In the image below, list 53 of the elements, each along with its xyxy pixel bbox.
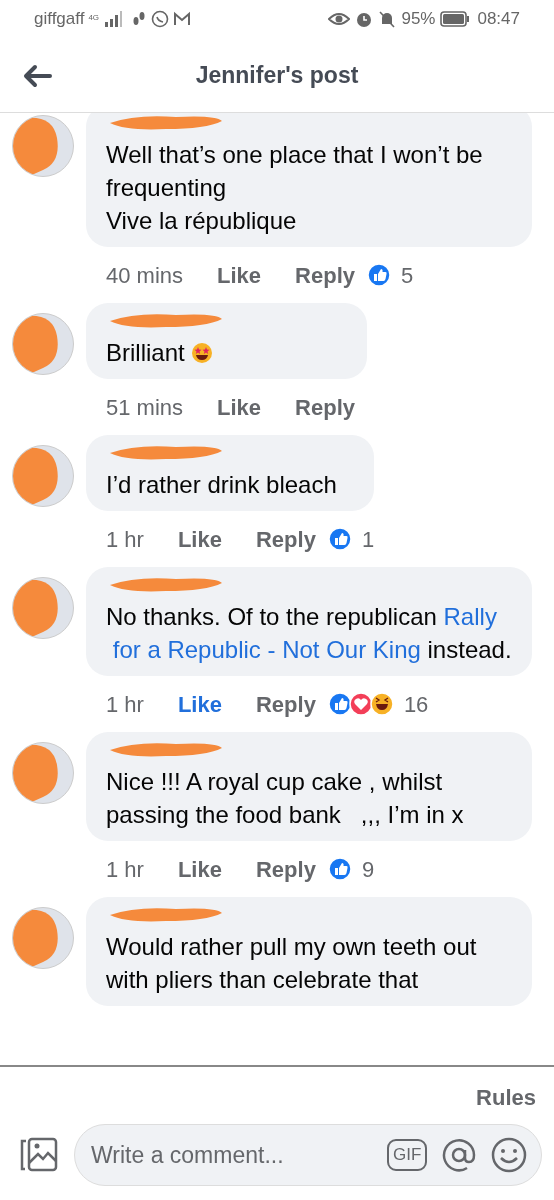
reply-button[interactable]: Reply (255, 687, 316, 721)
alarm-clock-icon (355, 10, 374, 28)
comment-text: I’d rather drink bleach (106, 470, 338, 500)
thumbs-up-reaction-icon (327, 857, 352, 881)
star-eyes-emoji-icon (191, 342, 214, 364)
comment-time: 51 mins (106, 393, 184, 422)
link[interactable]: for a Republic - Not Our King (112, 636, 421, 663)
laughing-reaction-icon (369, 692, 394, 716)
link[interactable]: Rally (443, 603, 497, 630)
like-button[interactable]: Like (217, 390, 262, 424)
network-type: 4G (88, 14, 100, 23)
like-button[interactable]: Like (177, 852, 222, 886)
comment-time: 1 hr (106, 525, 144, 554)
eye-icon (328, 11, 351, 27)
reply-button[interactable]: Reply (255, 852, 316, 886)
thumbs-up-reaction-icon (367, 263, 391, 287)
battery-icon (440, 11, 471, 27)
like-button[interactable]: Like (217, 258, 262, 292)
comment-text: No thanks. Of to the republican Rally for a Republic - Not Our King instead. (106, 602, 512, 665)
signal-icon (103, 11, 124, 27)
reply-button[interactable]: Reply (295, 258, 355, 292)
comment-time: 1 hr (106, 855, 144, 884)
back-button[interactable] (22, 64, 52, 88)
heart-reaction-icon (348, 692, 373, 716)
mention-icon[interactable] (441, 1137, 478, 1173)
like-button[interactable]: Like (177, 687, 222, 721)
comment-text: Nice !!! A royal cup cake , whilst passing the food bank ,,, I’m in x (106, 767, 465, 830)
photo-icon[interactable] (18, 1137, 58, 1173)
comment-text: Brilliant (106, 336, 347, 369)
reaction-count: 9 (361, 855, 375, 884)
reaction-count: 5 (401, 261, 414, 290)
reply-button[interactable]: Reply (295, 390, 355, 424)
clock-time: 08:47 (477, 8, 520, 31)
comment-time: 1 hr (106, 690, 144, 719)
reply-button[interactable]: Reply (255, 522, 316, 556)
emoji-icon[interactable] (491, 1137, 528, 1173)
comment-input-field[interactable]: Write a comment... GIF (74, 1124, 543, 1186)
chat-bubble-icon (151, 10, 170, 28)
reaction-count: 16 (403, 690, 429, 719)
muted-bell-icon (378, 10, 397, 28)
reaction-count: 1 (361, 525, 375, 554)
rules-link[interactable]: Rules (476, 1081, 536, 1114)
thumbs-up-reaction-icon (327, 692, 352, 716)
like-button[interactable]: Like (177, 522, 222, 556)
carrier-name: giffgaff (34, 8, 85, 31)
comment-text: Would rather pull my own teeth out with pliers than celebrate that (106, 932, 478, 995)
mail-icon (173, 11, 192, 27)
thumbs-up-reaction-icon (327, 527, 352, 551)
battery-percentage: 95% (401, 8, 436, 31)
comment-time: 40 mins (106, 261, 184, 290)
gif-button[interactable]: GIF (387, 1139, 428, 1171)
comment-text: Well that’s one place that I won’t be frequenting Vive la république (106, 140, 484, 236)
post-title: Jennifer's post (195, 60, 359, 90)
